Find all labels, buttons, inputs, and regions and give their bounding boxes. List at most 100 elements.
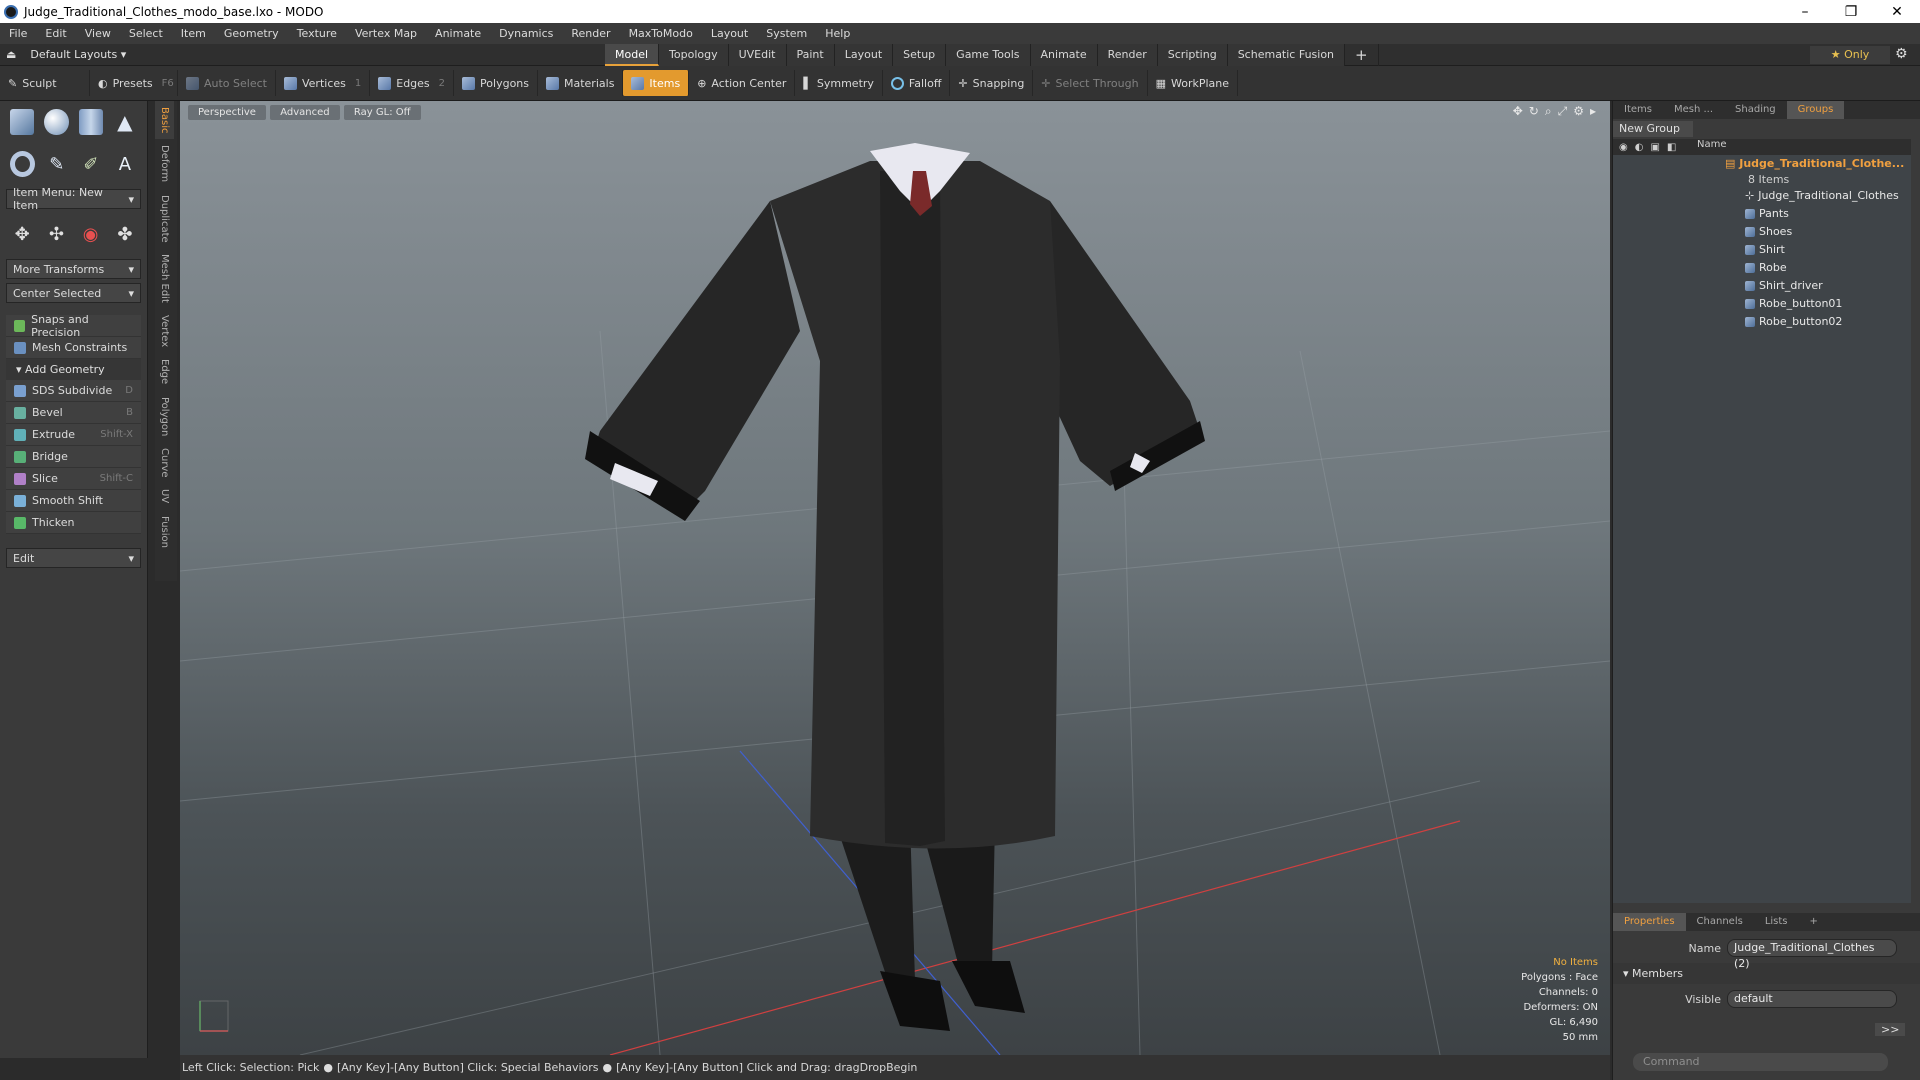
menu-item[interactable]: Item [172,27,215,40]
workplane-button[interactable]: ▦ WorkPlane [1148,70,1239,96]
default-layouts-dropdown[interactable]: Default Layouts ▾ [30,48,126,61]
bevel-button[interactable]: Bevel B [6,402,141,424]
vtab-mesh-edit[interactable]: Mesh Edit [155,248,174,309]
cylinder-icon[interactable] [78,109,103,135]
item-menu-dropdown[interactable]: Item Menu: New Item ▾ [6,186,141,212]
action-center-button[interactable]: ⊕ Action Center [689,70,796,96]
center-selected-dropdown[interactable]: Center Selected ▾ [6,283,141,303]
menu-select[interactable]: Select [120,27,172,40]
edges-button[interactable]: Edges 2 [370,70,455,96]
name-input[interactable]: Judge_Traditional_Clothes (2) [1727,939,1897,970]
tree-item[interactable]: Robe_button02 [1613,313,1911,331]
edit-dropdown[interactable]: Edit ▾ [6,548,141,568]
vtab-uv[interactable]: UV [155,483,174,509]
menu-maxtomodo[interactable]: MaxToModo [620,27,702,40]
tree-item[interactable]: Robe [1613,259,1911,277]
vtab-basic[interactable]: Basic [155,101,174,140]
close-button[interactable]: ✕ [1874,4,1920,20]
smooth-shift-button[interactable]: Smooth Shift [6,490,141,512]
snaps-and-precision-button[interactable]: Snaps and Precision [6,313,141,339]
menu-render[interactable]: Render [562,27,619,40]
tab-scripting[interactable]: Scripting [1157,43,1228,66]
tab-model[interactable]: Model [605,43,660,66]
rotate-icon[interactable]: ◉ [79,221,103,247]
thicken-button[interactable]: Thicken [6,512,141,534]
sphere-icon[interactable] [44,109,69,135]
tree-item[interactable]: Robe_button01 [1613,295,1911,313]
tab-mesh[interactable]: Mesh ... [1663,101,1724,119]
tree-item[interactable]: ⊹ Judge_Traditional_Clothes [1613,187,1911,205]
vtab-fusion[interactable]: Fusion [155,510,174,554]
tree-item[interactable]: Pants [1613,205,1911,223]
menu-vertex-map[interactable]: Vertex Map [346,27,426,40]
tree-item[interactable]: Shoes [1613,223,1911,241]
polygons-button[interactable]: Polygons [454,70,538,96]
tab-setup[interactable]: Setup [893,43,947,66]
select-icon[interactable]: ◧ [1667,142,1676,153]
auto-select-button[interactable]: Auto Select [178,70,276,96]
tab-schematic-fusion[interactable]: Schematic Fusion [1227,43,1346,66]
lock-icon[interactable]: ▣ [1650,142,1659,153]
render-icon[interactable]: ◐ [1635,142,1644,153]
bridge-button[interactable]: Bridge [6,446,141,468]
sds-subdivide-button[interactable]: SDS Subdivide D [6,380,141,402]
expand-button[interactable]: >> [1875,1023,1906,1036]
vertices-button[interactable]: Vertices 1 [276,70,371,96]
presets-button[interactable]: ◐ Presets F6 [90,70,178,96]
menu-dynamics[interactable]: Dynamics [490,27,562,40]
vtab-edge[interactable]: Edge [155,353,174,390]
cube-icon[interactable] [10,109,35,135]
visible-dropdown[interactable]: default [1727,990,1897,1008]
tab-items[interactable]: Items [1613,101,1663,119]
tab-shading[interactable]: Shading [1724,101,1787,119]
items-button[interactable]: Items [623,70,690,96]
move-icon[interactable]: ✥ [10,221,34,247]
only-button[interactable]: ★ Only [1810,46,1890,64]
group-root[interactable]: ▤ Judge_Traditional_Clothe... [1613,155,1911,173]
layout-toggle-icon[interactable]: ⏏ [6,48,16,61]
tab-paint[interactable]: Paint [786,43,835,66]
menu-system[interactable]: System [757,27,816,40]
menu-animate[interactable]: Animate [426,27,490,40]
menu-texture[interactable]: Texture [288,27,346,40]
transform-icon[interactable]: ✣ [44,221,68,247]
tab-groups[interactable]: Groups [1786,101,1845,119]
tab-channels[interactable]: Channels [1686,913,1754,931]
mesh-constraints-button[interactable]: Mesh Constraints [6,337,141,359]
menu-view[interactable]: View [76,27,120,40]
add-geometry-header[interactable]: ▾ Add Geometry [6,359,141,380]
menu-geometry[interactable]: Geometry [215,27,288,40]
vtab-polygon[interactable]: Polygon [155,391,174,442]
sketch-icon[interactable]: ✐ [79,151,103,177]
cone-icon[interactable]: ▲ [113,109,137,135]
maximize-button[interactable]: ❐ [1828,4,1874,20]
menu-file[interactable]: File [0,27,36,40]
tab-topology[interactable]: Topology [659,43,729,66]
vtab-curve[interactable]: Curve [155,442,174,484]
materials-button[interactable]: Materials [538,70,624,96]
tab-game-tools[interactable]: Game Tools [946,43,1031,66]
falloff-button[interactable]: Falloff [883,70,951,96]
tab-render[interactable]: Render [1097,43,1158,66]
select-through-button[interactable]: ✛ Select Through [1033,70,1148,96]
sculpt-button[interactable]: ✎ Sculpt [0,70,90,96]
symmetry-button[interactable]: ▌ Symmetry [795,70,883,96]
tree-item[interactable]: Shirt_driver [1613,277,1911,295]
members-header[interactable]: ▾ Members [1613,963,1920,984]
menu-edit[interactable]: Edit [36,27,75,40]
pen-icon[interactable]: ✎ [45,151,69,177]
tab-properties[interactable]: Properties [1613,913,1686,931]
add-tab-button[interactable]: + [1345,43,1379,66]
slice-button[interactable]: Slice Shift-C [6,468,141,490]
new-group-button[interactable]: New Group [1613,121,1693,137]
more-transforms-dropdown[interactable]: More Transforms ▾ [6,259,141,279]
torus-icon[interactable] [10,151,35,177]
vtab-vertex[interactable]: Vertex [155,309,174,353]
text-icon[interactable]: A [113,151,137,177]
command-input[interactable]: Command [1633,1053,1888,1071]
vtab-deform[interactable]: Deform [155,139,174,188]
tab-animate[interactable]: Animate [1030,43,1098,66]
3d-viewport[interactable]: Perspective Advanced Ray GL: Off ✥ ↻ ⌕ ⤢… [180,101,1610,1055]
tab-lists[interactable]: Lists [1754,913,1799,931]
menu-help[interactable]: Help [816,27,859,40]
